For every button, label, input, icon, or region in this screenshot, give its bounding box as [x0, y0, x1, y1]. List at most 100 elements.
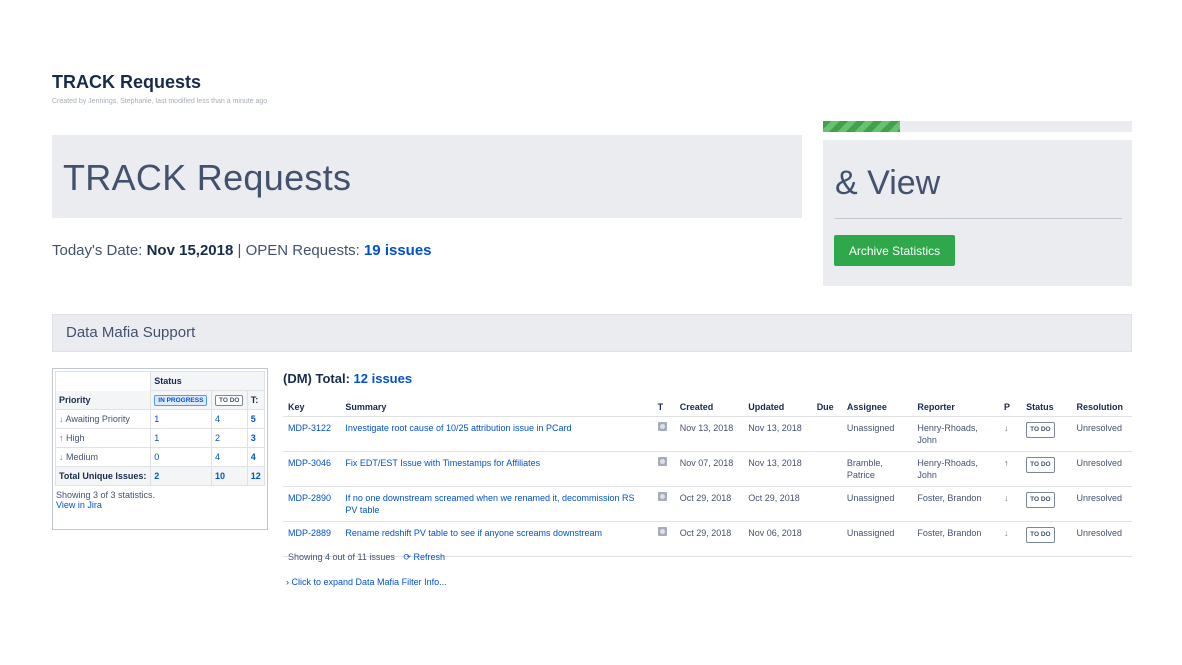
- issue-resolution: Unresolved: [1071, 416, 1132, 452]
- refresh-link[interactable]: ⟳ Refresh: [403, 552, 445, 562]
- stats-cell[interactable]: 1: [150, 428, 212, 448]
- task-icon: [657, 527, 667, 536]
- refresh-icon: ⟳: [403, 552, 411, 562]
- column-header-status[interactable]: Status: [1021, 398, 1072, 417]
- stats-cell[interactable]: 0: [150, 447, 212, 467]
- arrow-up-icon: ↑: [998, 451, 1022, 487]
- arrow-up-icon: ↑: [59, 433, 64, 443]
- issue-summary-link[interactable]: Investigate root cause of 10/25 attribut…: [340, 416, 653, 452]
- stats-cell[interactable]: 1: [150, 409, 212, 429]
- hero-title: TRACK Requests: [63, 157, 352, 198]
- table-row[interactable]: MDP-3122 Investigate root cause of 10/25…: [283, 416, 1132, 452]
- arrow-down-icon: ↓: [998, 416, 1022, 452]
- column-header-due[interactable]: Due: [811, 398, 842, 417]
- in-progress-badge: IN PROGRESS: [154, 395, 208, 406]
- archive-statistics-button[interactable]: Archive Statistics: [834, 235, 955, 266]
- progress-fill: [823, 121, 901, 132]
- view-in-jira-link[interactable]: View in Jira: [56, 500, 102, 510]
- progress-bar: [823, 121, 1132, 132]
- priority-label: Medium: [66, 452, 99, 462]
- issue-type-cell: [652, 416, 675, 452]
- stats-row-label: ↓ Medium: [54, 447, 152, 467]
- stats-status-header: Status: [150, 371, 265, 391]
- date-label: Today's Date:: [52, 242, 143, 259]
- stats-cell[interactable]: 2: [211, 428, 248, 448]
- issue-key-link[interactable]: MDP-2890: [283, 486, 341, 522]
- status-badge: TO DO: [1026, 527, 1055, 543]
- issues-table: Key Summary T Created Updated Due Assign…: [283, 398, 1132, 557]
- task-icon: [657, 422, 667, 431]
- issue-updated: Nov 13, 2018: [743, 416, 812, 452]
- hero-panel: TRACK Requests: [52, 135, 802, 218]
- stats-cell[interactable]: 4: [211, 409, 248, 429]
- issue-key-link[interactable]: MDP-3122: [283, 416, 341, 452]
- column-header-created[interactable]: Created: [674, 398, 744, 417]
- issue-updated: Nov 13, 2018: [743, 451, 812, 487]
- issue-summary-link[interactable]: If no one downstream screamed when we re…: [340, 486, 653, 522]
- statistics-table: Status Priority IN PROGRESS TO DO T: ↓ A…: [54, 371, 266, 486]
- stats-total-cell[interactable]: 2: [150, 466, 212, 486]
- stats-cell[interactable]: 5: [246, 409, 266, 429]
- column-header-resolution[interactable]: Resolution: [1071, 398, 1132, 417]
- status-badge: TO DO: [1026, 422, 1055, 438]
- issue-key-link[interactable]: MDP-3046: [283, 451, 341, 487]
- issue-assignee: Unassigned: [841, 486, 913, 522]
- stats-column-total: T:: [246, 390, 266, 410]
- refresh-label: Refresh: [413, 552, 445, 562]
- stats-total-cell[interactable]: 10: [211, 466, 248, 486]
- issue-updated: Oct 29, 2018: [743, 486, 812, 522]
- open-requests-link[interactable]: 19 issues: [364, 242, 432, 259]
- expand-filter-info-link[interactable]: › Click to expand Data Mafia Filter Info…: [286, 577, 447, 587]
- chevron-right-icon: ›: [286, 577, 289, 587]
- divider: [835, 218, 1122, 219]
- column-header-updated[interactable]: Updated: [743, 398, 812, 417]
- column-header-type[interactable]: T: [652, 398, 675, 417]
- stats-row: ↓ Awaiting Priority 1 4 5: [54, 409, 266, 429]
- stats-cell[interactable]: 4: [246, 447, 266, 467]
- task-icon: [657, 457, 667, 466]
- date-line: Today's Date: Nov 15,2018 | OPEN Request…: [52, 242, 432, 259]
- issue-reporter: Foster, Brandon: [912, 486, 999, 522]
- issue-type-cell: [652, 451, 675, 487]
- stats-showing-text: Showing 3 of 3 statistics.: [56, 490, 156, 500]
- issue-status-cell: TO DO: [1021, 451, 1072, 487]
- issue-resolution: Unresolved: [1071, 521, 1132, 557]
- issue-summary-link[interactable]: Fix EDT/EST Issue with Timestamps for Af…: [340, 451, 653, 487]
- arrow-down-icon: ↓: [998, 521, 1022, 557]
- column-header-summary[interactable]: Summary: [340, 398, 653, 417]
- expand-filter-info-label: Click to expand Data Mafia Filter Info..…: [291, 577, 447, 587]
- status-badge: TO DO: [1026, 492, 1055, 508]
- issue-created: Oct 29, 2018: [674, 521, 744, 557]
- page-byline: Created by Jennings, Stephanie, last mod…: [52, 98, 268, 105]
- column-header-key[interactable]: Key: [283, 398, 341, 417]
- table-row[interactable]: MDP-2890 If no one downstream screamed w…: [283, 486, 1132, 522]
- issue-created: Nov 07, 2018: [674, 451, 744, 487]
- issue-assignee: Bramble, Patrice: [841, 451, 913, 487]
- statistics-box: Status Priority IN PROGRESS TO DO T: ↓ A…: [52, 368, 268, 530]
- stats-column-to-do: TO DO: [211, 390, 248, 410]
- stats-total-cell[interactable]: 12: [246, 466, 266, 486]
- column-header-priority[interactable]: P: [998, 398, 1022, 417]
- column-header-assignee[interactable]: Assignee: [841, 398, 913, 417]
- side-panel: & View Archive Statistics: [823, 140, 1132, 286]
- column-header-reporter[interactable]: Reporter: [912, 398, 999, 417]
- stats-footer: Showing 3 of 3 statistics. View in Jira: [53, 488, 267, 512]
- stats-cell[interactable]: 4: [211, 447, 248, 467]
- section-header: Data Mafia Support: [52, 314, 1132, 352]
- priority-label: Awaiting Priority: [65, 414, 130, 424]
- stats-row-label: ↓ Awaiting Priority: [54, 409, 152, 429]
- stats-cell[interactable]: 3: [246, 428, 266, 448]
- priority-label: High: [66, 433, 85, 443]
- section-title: Data Mafia Support: [66, 324, 196, 341]
- page-title: TRACK Requests: [52, 72, 202, 92]
- issues-showing-text: Showing 4 out of 11 issues: [288, 552, 395, 562]
- issue-resolution: Unresolved: [1071, 451, 1132, 487]
- table-row[interactable]: MDP-3046 Fix EDT/EST Issue with Timestam…: [283, 451, 1132, 487]
- issue-status-cell: TO DO: [1021, 521, 1072, 557]
- issue-created: Nov 13, 2018: [674, 416, 744, 452]
- dm-total-link[interactable]: 12 issues: [354, 371, 413, 386]
- stats-total-row: Total Unique Issues: 2 10 12: [54, 466, 266, 486]
- issue-due: [811, 451, 842, 487]
- task-icon: [657, 492, 667, 501]
- date-value: Nov 15,2018: [146, 242, 234, 259]
